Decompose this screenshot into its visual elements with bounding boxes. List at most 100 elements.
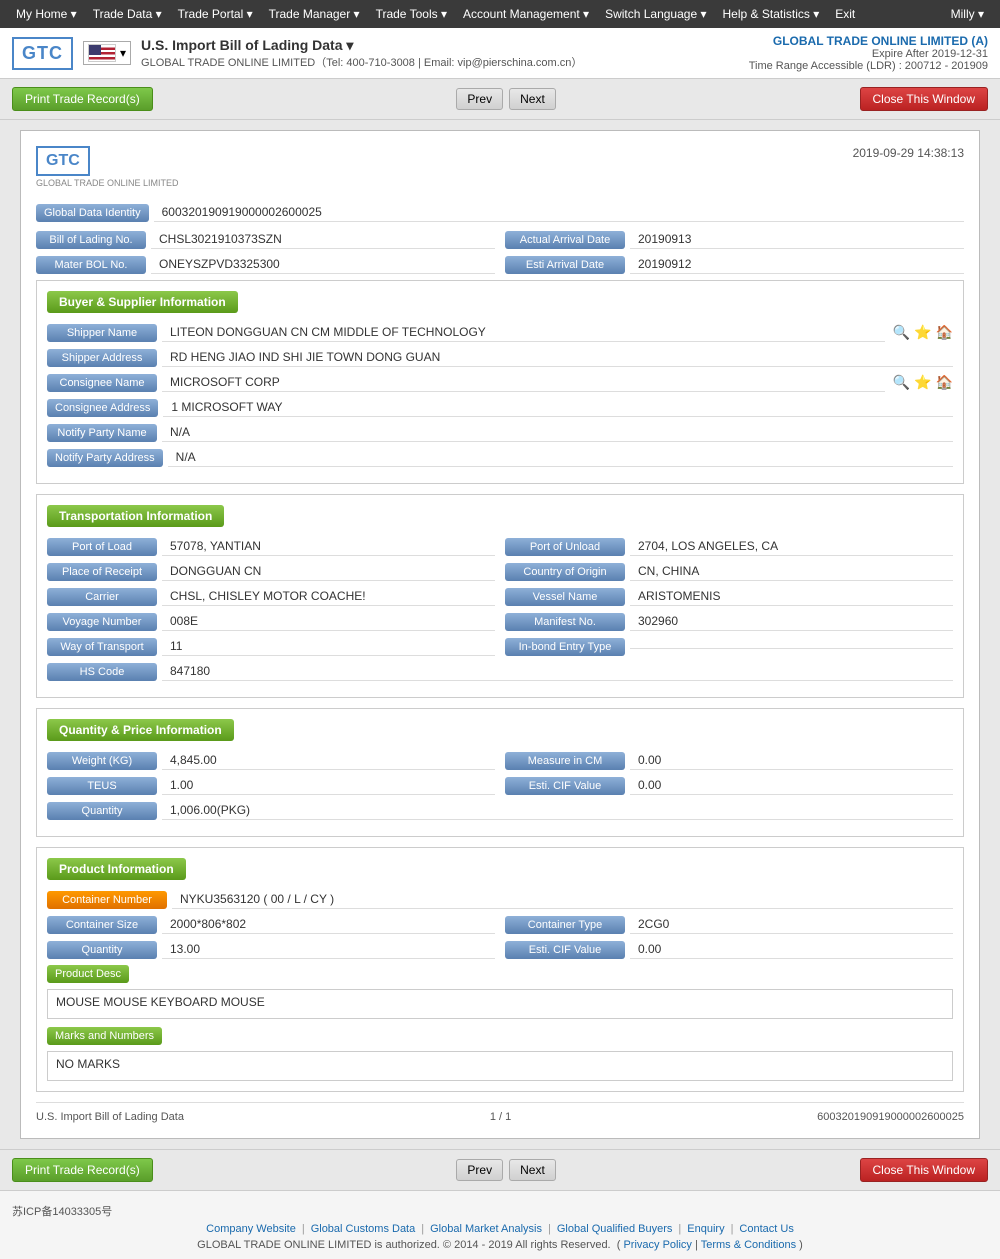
logo-box: GTC xyxy=(12,37,73,70)
bottom-toolbar-left: Print Trade Record(s) xyxy=(12,1158,153,1182)
shipper-name-value: LITEON DONGGUAN CN CM MIDDLE OF TECHNOLO… xyxy=(162,323,885,342)
container-type-value: 2CG0 xyxy=(630,915,953,934)
nav-right: Milly ▾ xyxy=(943,3,992,25)
manifest-col: Manifest No. 302960 xyxy=(505,612,953,631)
footer-link-company-website[interactable]: Company Website xyxy=(206,1223,296,1235)
nav-trade-tools[interactable]: Trade Tools ▾ xyxy=(368,3,455,25)
record-header: GTC GLOBAL TRADE ONLINE LIMITED 2019-09-… xyxy=(36,146,964,188)
manifest-no-label: Manifest No. xyxy=(505,613,625,631)
next-button-top[interactable]: Next xyxy=(509,88,556,110)
weight-col: Weight (KG) 4,845.00 xyxy=(47,751,495,770)
product-desc-label: Product Desc xyxy=(47,965,129,983)
vessel-name-value: ARISTOMENIS xyxy=(630,587,953,606)
buyer-supplier-section: Buyer & Supplier Information Shipper Nam… xyxy=(36,280,964,484)
teus-value: 1.00 xyxy=(162,776,495,795)
footer-sep-3: | xyxy=(548,1223,551,1235)
expire-info: Expire After 2019-12-31 xyxy=(749,48,988,60)
footer-link-contact-us[interactable]: Contact Us xyxy=(739,1223,793,1235)
home-icon-consignee[interactable]: 🏠 xyxy=(936,374,953,391)
carrier-label: Carrier xyxy=(47,588,157,606)
record-container: GTC GLOBAL TRADE ONLINE LIMITED 2019-09-… xyxy=(20,130,980,1139)
nav-switch-language[interactable]: Switch Language ▾ xyxy=(597,3,714,25)
close-button-top[interactable]: Close This Window xyxy=(860,87,988,111)
prod-esti-cif-label: Esti. CIF Value xyxy=(505,941,625,959)
header-subtitle: GLOBAL TRADE ONLINE LIMITED（Tel: 400-710… xyxy=(141,54,582,70)
nav-exit[interactable]: Exit xyxy=(827,3,863,25)
port-of-load-value: 57078, YANTIAN xyxy=(162,537,495,556)
search-icon-consignee[interactable]: 🔍 xyxy=(893,374,910,391)
nav-account-management[interactable]: Account Management ▾ xyxy=(455,3,597,25)
esti-arrival-value: 20190912 xyxy=(630,255,964,274)
container-number-row: Container Number NYKU3563120 ( 00 / L / … xyxy=(47,890,953,909)
port-of-unload-value: 2704, LOS ANGELES, CA xyxy=(630,537,953,556)
record-datetime: 2019-09-29 14:38:13 xyxy=(853,146,964,160)
quantity-price-header: Quantity & Price Information xyxy=(47,719,234,741)
container-type-label: Container Type xyxy=(505,916,625,934)
transportation-header: Transportation Information xyxy=(47,505,224,527)
esti-cif-col: Esti. CIF Value 0.00 xyxy=(505,776,953,795)
marks-label-row: Marks and Numbers xyxy=(47,1027,953,1045)
privacy-policy-link[interactable]: Privacy Policy xyxy=(623,1239,691,1251)
star-icon-consignee[interactable]: ⭐ xyxy=(914,374,931,391)
flag-selector[interactable]: ▾ xyxy=(83,41,131,65)
bol-arrival-row: Bill of Lading No. CHSL3021910373SZN Act… xyxy=(36,230,964,249)
consignee-name-label: Consignee Name xyxy=(47,374,157,392)
carrier-col: Carrier CHSL, CHISLEY MOTOR COACHE! xyxy=(47,587,495,606)
way-inbond-row: Way of Transport 11 In-bond Entry Type xyxy=(47,637,953,656)
mater-bol-value: ONEYSZPVD3325300 xyxy=(151,255,495,274)
footer-link-global-customs[interactable]: Global Customs Data xyxy=(311,1223,416,1235)
star-icon-shipper[interactable]: ⭐ xyxy=(914,324,931,341)
consignee-address-value: 1 MICROSOFT WAY xyxy=(163,398,953,417)
measure-cm-col: Measure in CM 0.00 xyxy=(505,751,953,770)
top-navigation: My Home ▾ Trade Data ▾ Trade Portal ▾ Tr… xyxy=(0,0,1000,28)
next-button-bottom[interactable]: Next xyxy=(509,1159,556,1181)
mater-bol-label: Mater BOL No. xyxy=(36,256,146,274)
footer-link-global-buyers[interactable]: Global Qualified Buyers xyxy=(557,1223,673,1235)
prod-esti-cif-value: 0.00 xyxy=(630,940,953,959)
bottom-toolbar: Print Trade Record(s) Prev Next Close Th… xyxy=(0,1149,1000,1190)
nav-my-home[interactable]: My Home ▾ xyxy=(8,3,85,25)
country-of-origin-value: CN, CHINA xyxy=(630,562,953,581)
container-size-type-row: Container Size 2000*806*802 Container Ty… xyxy=(47,915,953,934)
manifest-no-value: 302960 xyxy=(630,612,953,631)
terms-conditions-link[interactable]: Terms & Conditions xyxy=(701,1239,796,1251)
notify-party-name-row: Notify Party Name N/A xyxy=(47,423,953,442)
port-load-unload-row: Port of Load 57078, YANTIAN Port of Unlo… xyxy=(47,537,953,556)
prev-button-top[interactable]: Prev xyxy=(456,88,503,110)
nav-trade-portal[interactable]: Trade Portal ▾ xyxy=(170,3,261,25)
nav-user[interactable]: Milly ▾ xyxy=(943,3,992,25)
nav-trade-data[interactable]: Trade Data ▾ xyxy=(85,3,170,25)
prev-button-bottom[interactable]: Prev xyxy=(456,1159,503,1181)
quantity-value: 1,006.00(PKG) xyxy=(162,801,953,820)
container-size-label: Container Size xyxy=(47,916,157,934)
nav-help-statistics[interactable]: Help & Statistics ▾ xyxy=(715,3,828,25)
footer-copyright: GLOBAL TRADE ONLINE LIMITED is authorize… xyxy=(12,1239,988,1251)
footer-link-enquiry[interactable]: Enquiry xyxy=(687,1223,724,1235)
record-footer: U.S. Import Bill of Lading Data 1 / 1 60… xyxy=(36,1102,964,1123)
footer-links: Company Website | Global Customs Data | … xyxy=(12,1223,988,1235)
home-icon-shipper[interactable]: 🏠 xyxy=(936,324,953,341)
prod-quantity-col: Quantity 13.00 xyxy=(47,940,495,959)
country-of-origin-label: Country of Origin xyxy=(505,563,625,581)
notify-party-address-value: N/A xyxy=(168,448,953,467)
hs-code-row: HS Code 847180 xyxy=(47,662,953,681)
notify-party-name-label: Notify Party Name xyxy=(47,424,157,442)
footer-link-global-market[interactable]: Global Market Analysis xyxy=(430,1223,542,1235)
vessel-name-col: Vessel Name ARISTOMENIS xyxy=(505,587,953,606)
marks-value: NO MARKS xyxy=(47,1051,953,1081)
close-button-bottom[interactable]: Close This Window xyxy=(860,1158,988,1182)
consignee-name-row: Consignee Name MICROSOFT CORP 🔍 ⭐ 🏠 xyxy=(47,373,953,392)
hs-code-label: HS Code xyxy=(47,663,157,681)
way-of-transport-label: Way of Transport xyxy=(47,638,157,656)
place-of-receipt-label: Place of Receipt xyxy=(47,563,157,581)
weight-measure-row: Weight (KG) 4,845.00 Measure in CM 0.00 xyxy=(47,751,953,770)
us-flag-icon xyxy=(88,44,116,62)
nav-trade-manager[interactable]: Trade Manager ▾ xyxy=(261,3,368,25)
print-button-top[interactable]: Print Trade Record(s) xyxy=(12,87,153,111)
product-header: Product Information xyxy=(47,858,186,880)
notify-party-name-value: N/A xyxy=(162,423,953,442)
print-button-bottom[interactable]: Print Trade Record(s) xyxy=(12,1158,153,1182)
footer-sep-5: | xyxy=(731,1223,734,1235)
esti-arrival-label: Esti Arrival Date xyxy=(505,256,625,274)
search-icon-shipper[interactable]: 🔍 xyxy=(893,324,910,341)
